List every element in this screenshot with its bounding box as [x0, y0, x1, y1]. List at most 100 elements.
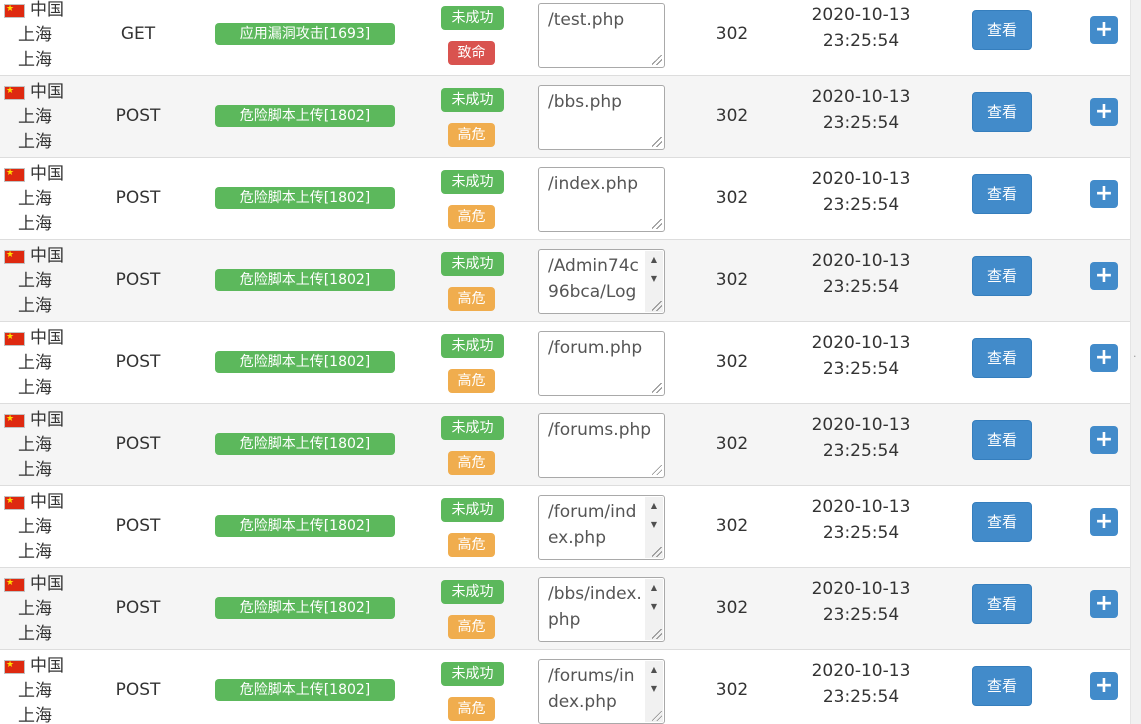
timestamp: 2020-10-13 23:25:54 — [795, 658, 927, 710]
china-flag-icon — [4, 494, 25, 510]
attack-rule-badge: 危险脚本上传[1802] — [215, 597, 395, 619]
view-button[interactable]: 查看 — [972, 174, 1032, 214]
resize-grip-icon[interactable] — [652, 219, 662, 229]
timestamp: 2020-10-13 23:25:54 — [795, 84, 927, 136]
arrow-down-icon[interactable]: ▼ — [645, 516, 663, 534]
response-code: 302 — [715, 516, 749, 536]
attack-rule-badge: 危险脚本上传[1802] — [215, 187, 395, 209]
view-button[interactable]: 查看 — [972, 502, 1032, 542]
resize-grip-icon[interactable] — [652, 55, 662, 65]
arrow-up-icon[interactable]: ▲ — [645, 579, 663, 597]
plus-icon: + — [1094, 673, 1114, 698]
arrow-down-icon[interactable]: ▼ — [645, 680, 663, 698]
add-button[interactable]: + — [1090, 98, 1118, 126]
url-textarea[interactable]: /index.php — [538, 167, 665, 232]
url-textarea[interactable]: /forum/index.php ▲ ▼ — [538, 495, 665, 560]
status-badge: 未成功 — [441, 580, 504, 604]
region-label: 上海 上海 — [18, 679, 58, 724]
url-text: /forum/index.php — [548, 502, 637, 548]
timestamp-date: 2020-10-13 — [811, 5, 911, 25]
http-method: POST — [115, 352, 161, 372]
url-textarea[interactable]: /bbs.php — [538, 85, 665, 150]
attack-rule-badge: 危险脚本上传[1802] — [215, 269, 395, 291]
add-button[interactable]: + — [1090, 344, 1118, 372]
view-button[interactable]: 查看 — [972, 420, 1032, 460]
resize-grip-icon[interactable] — [652, 301, 662, 311]
url-textarea[interactable]: /Admin74c96bca/Log ▲ ▼ — [538, 249, 665, 314]
region-label: 上海 上海 — [18, 597, 58, 647]
city-label: 上海 — [18, 378, 52, 398]
attack-log-table: 中国 上海上海 GET 应用漏洞攻击[1693] 未成功 致命 /test.ph… — [0, 0, 1130, 724]
status-badge: 未成功 — [441, 498, 504, 522]
url-textarea[interactable]: /bbs/index.php ▲ ▼ — [538, 577, 665, 642]
plus-icon: + — [1094, 263, 1114, 288]
http-method: GET — [120, 24, 156, 44]
page-scrollbar[interactable]: · — [1130, 0, 1141, 724]
country-label: 中国 — [30, 410, 64, 430]
severity-badge: 高危 — [448, 205, 495, 229]
status-badge: 未成功 — [441, 416, 504, 440]
plus-icon: + — [1094, 345, 1114, 370]
arrow-up-icon[interactable]: ▲ — [645, 497, 663, 515]
add-button[interactable]: + — [1090, 16, 1118, 44]
china-flag-icon — [4, 576, 25, 592]
plus-icon: + — [1094, 509, 1114, 534]
response-code: 302 — [715, 680, 749, 700]
url-textarea[interactable]: /test.php — [538, 3, 665, 68]
resize-grip-icon[interactable] — [652, 711, 662, 721]
timestamp: 2020-10-13 23:25:54 — [795, 166, 927, 218]
city-label: 上海 — [18, 132, 52, 152]
region-label: 上海 上海 — [18, 105, 58, 155]
plus-icon: + — [1094, 17, 1114, 42]
timestamp-date: 2020-10-13 — [811, 169, 911, 189]
add-button[interactable]: + — [1090, 262, 1118, 290]
view-button[interactable]: 查看 — [972, 666, 1032, 706]
add-button[interactable]: + — [1090, 180, 1118, 208]
table-row: 中国 上海上海 POST 危险脚本上传[1802] 未成功 高危 /forum/… — [0, 486, 1130, 568]
plus-icon: + — [1094, 427, 1114, 452]
view-button[interactable]: 查看 — [972, 92, 1032, 132]
city-label: 上海 — [18, 624, 52, 644]
url-textarea[interactable]: /forums.php — [538, 413, 665, 478]
china-flag-icon — [4, 412, 25, 428]
add-button[interactable]: + — [1090, 426, 1118, 454]
resize-grip-icon[interactable] — [652, 629, 662, 639]
response-code: 302 — [715, 598, 749, 618]
timestamp-date: 2020-10-13 — [811, 333, 911, 353]
timestamp-date: 2020-10-13 — [811, 497, 911, 517]
resize-grip-icon[interactable] — [652, 465, 662, 475]
add-button[interactable]: + — [1090, 590, 1118, 618]
view-button[interactable]: 查看 — [972, 256, 1032, 296]
status-badge: 未成功 — [441, 6, 504, 30]
china-flag-icon — [4, 84, 25, 100]
resize-grip-icon[interactable] — [652, 383, 662, 393]
arrow-down-icon[interactable]: ▼ — [645, 598, 663, 616]
response-code: 302 — [715, 352, 749, 372]
severity-badge: 高危 — [448, 697, 495, 721]
url-textarea[interactable]: /forums/index.php ▲ ▼ — [538, 659, 665, 724]
region-label: 上海 上海 — [18, 351, 58, 401]
add-button[interactable]: + — [1090, 672, 1118, 700]
country-label: 中国 — [30, 492, 64, 512]
arrow-down-icon[interactable]: ▼ — [645, 270, 663, 288]
view-button[interactable]: 查看 — [972, 10, 1032, 50]
resize-grip-icon[interactable] — [652, 137, 662, 147]
view-button[interactable]: 查看 — [972, 584, 1032, 624]
arrow-up-icon[interactable]: ▲ — [645, 661, 663, 679]
add-button[interactable]: + — [1090, 508, 1118, 536]
timestamp-date: 2020-10-13 — [811, 579, 911, 599]
city-label: 上海 — [18, 542, 52, 562]
region-label: 上海 上海 — [18, 515, 58, 565]
arrow-up-icon[interactable]: ▲ — [645, 251, 663, 269]
region-label: 上海 上海 — [18, 23, 58, 73]
view-button[interactable]: 查看 — [972, 338, 1032, 378]
city-label: 上海 — [18, 460, 52, 480]
url-text: /bbs/index.php — [548, 584, 642, 630]
resize-grip-icon[interactable] — [652, 547, 662, 557]
attack-rule-badge: 危险脚本上传[1802] — [215, 679, 395, 701]
severity-badge: 高危 — [448, 615, 495, 639]
url-textarea[interactable]: /forum.php — [538, 331, 665, 396]
log-table-viewport: 中国 上海上海 GET 应用漏洞攻击[1693] 未成功 致命 /test.ph… — [0, 0, 1141, 724]
country-label: 中国 — [30, 574, 64, 594]
city-label: 上海 — [18, 214, 52, 234]
